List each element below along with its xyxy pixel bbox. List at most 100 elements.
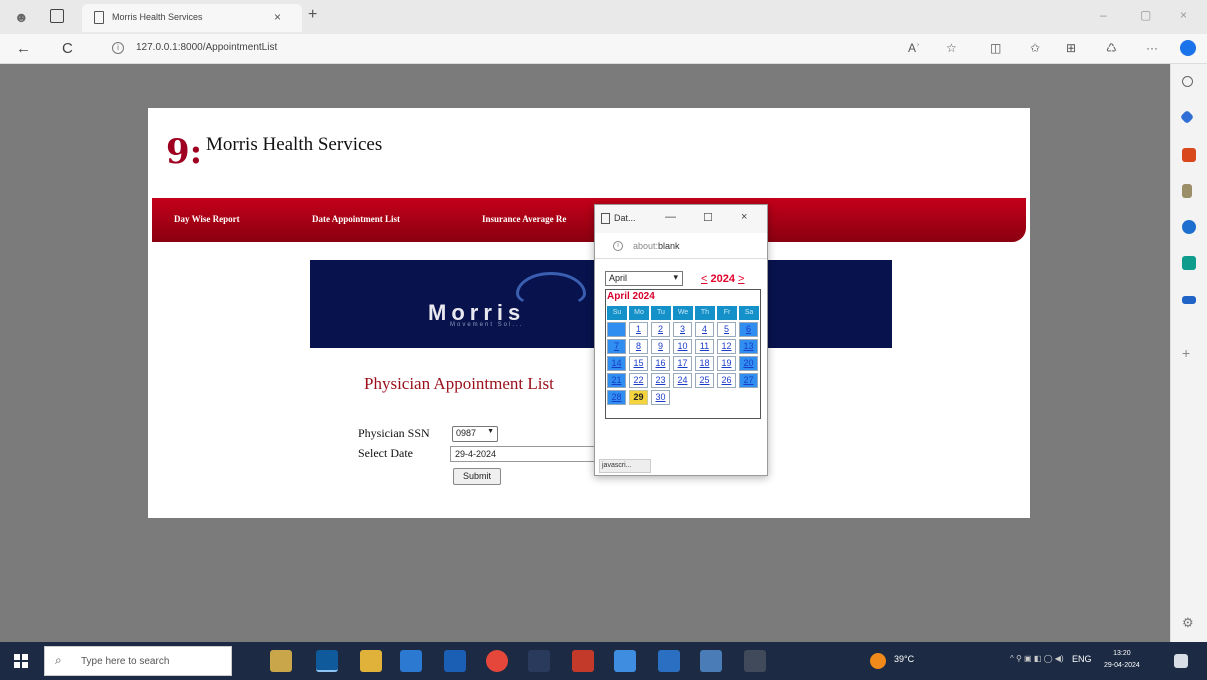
- calendar-day[interactable]: 13: [739, 339, 758, 354]
- calendar-day[interactable]: 15: [629, 356, 648, 371]
- maximize-icon[interactable]: ▢: [1140, 8, 1151, 22]
- prev-year-link[interactable]: <: [701, 273, 707, 285]
- mail-icon[interactable]: [444, 650, 466, 672]
- month-select[interactable]: April ▾: [605, 271, 683, 286]
- calendar-day[interactable]: 28: [607, 390, 626, 405]
- start-button[interactable]: [14, 654, 28, 668]
- popup-maximize-icon[interactable]: ☐: [703, 211, 713, 224]
- calendar-empty-cell: [607, 322, 626, 337]
- app-icon-teal[interactable]: [700, 650, 722, 672]
- add-sidebar-app-icon[interactable]: +: [1182, 346, 1196, 360]
- popup-minimize-icon[interactable]: —: [665, 211, 676, 223]
- tab-actions-icon[interactable]: [50, 9, 64, 23]
- system-clock[interactable]: 13:20 29-04-2024: [1104, 648, 1140, 672]
- app-icon-dark-blue[interactable]: [658, 650, 680, 672]
- new-tab-icon[interactable]: +: [308, 6, 317, 24]
- tab-close-icon[interactable]: ×: [274, 10, 281, 24]
- site-title: Morris Health Services: [206, 134, 383, 155]
- weather-text[interactable]: 39°C: [894, 654, 914, 664]
- language-indicator[interactable]: ENG: [1072, 654, 1092, 664]
- chrome-icon[interactable]: [486, 650, 508, 672]
- favorites-bar-icon[interactable]: ✩: [1030, 41, 1040, 55]
- month-selected-value: April: [609, 273, 628, 283]
- weather-icon[interactable]: [870, 653, 886, 669]
- calendar-day[interactable]: 23: [651, 373, 670, 388]
- split-screen-icon[interactable]: ◫: [990, 41, 1001, 55]
- calendar-day[interactable]: 18: [695, 356, 714, 371]
- calendar-day[interactable]: 12: [717, 339, 736, 354]
- site-info-icon[interactable]: i: [112, 42, 124, 54]
- system-tray-icons[interactable]: ^ ⚲ ▣ ◧ ◯ ◀): [1010, 654, 1064, 663]
- file-explorer-icon[interactable]: [360, 650, 382, 672]
- next-year-link[interactable]: >: [738, 273, 744, 285]
- nav-date-appointment-list[interactable]: Date Appointment List: [312, 214, 400, 224]
- calendar-day[interactable]: 24: [673, 373, 692, 388]
- profile-icon[interactable]: ☻: [14, 9, 30, 25]
- url-field[interactable]: 127.0.0.1:8000/AppointmentList: [136, 42, 277, 53]
- calendar-day[interactable]: 4: [695, 322, 714, 337]
- store-icon[interactable]: [400, 650, 422, 672]
- minimize-icon[interactable]: –: [1100, 8, 1107, 22]
- taskbar-search[interactable]: ⌕ Type here to search: [44, 646, 232, 676]
- nav-day-wise-report[interactable]: Day Wise Report: [174, 214, 240, 224]
- calendar-day[interactable]: 27: [739, 373, 758, 388]
- notification-icon[interactable]: [1174, 654, 1188, 668]
- calendar-day[interactable]: 9: [651, 339, 670, 354]
- office-icon[interactable]: [1182, 220, 1196, 234]
- calendar-day[interactable]: 21: [607, 373, 626, 388]
- popup-url-host: blank: [658, 241, 680, 251]
- year-label: 2024: [710, 273, 735, 285]
- extensions-icon[interactable]: ♺: [1106, 41, 1117, 55]
- calendar-day[interactable]: 29: [629, 390, 648, 405]
- popup-info-icon[interactable]: i: [613, 241, 623, 251]
- search-icon[interactable]: [1182, 76, 1193, 87]
- calendar-day[interactable]: 1: [629, 322, 648, 337]
- calendar-day[interactable]: 11: [695, 339, 714, 354]
- edge-sidebar: + ⚙: [1170, 64, 1207, 642]
- app-icon-red[interactable]: [572, 650, 594, 672]
- read-aloud-icon[interactable]: Aʾ: [908, 41, 920, 55]
- app-icon-blue[interactable]: [614, 650, 636, 672]
- calendar-day[interactable]: 16: [651, 356, 670, 371]
- browser-tab[interactable]: Morris Health Services ×: [82, 4, 302, 32]
- page-favicon-icon: [94, 11, 104, 24]
- calendar-day[interactable]: 5: [717, 322, 736, 337]
- copilot-icon[interactable]: [1180, 40, 1196, 56]
- calendar-day[interactable]: 3: [673, 322, 692, 337]
- settings-gear-icon[interactable]: ⚙: [1182, 616, 1196, 630]
- favorite-icon[interactable]: ☆: [946, 41, 957, 55]
- reload-icon[interactable]: C: [62, 40, 73, 57]
- more-menu-icon[interactable]: ···: [1146, 41, 1158, 55]
- calendar-caption: April 2024: [607, 291, 655, 302]
- shopping-icon[interactable]: [1179, 109, 1195, 125]
- tools-icon[interactable]: [1182, 148, 1196, 162]
- ssn-select[interactable]: 0987 ▼: [452, 426, 498, 442]
- calendar-day[interactable]: 20: [739, 356, 758, 371]
- drop-icon[interactable]: [1182, 296, 1196, 304]
- app-icon-gray[interactable]: [744, 650, 766, 672]
- calendar-day[interactable]: 2: [651, 322, 670, 337]
- calendar-day[interactable]: 14: [607, 356, 626, 371]
- games-icon[interactable]: [1182, 184, 1192, 198]
- close-window-icon[interactable]: ×: [1180, 8, 1187, 22]
- calendar-day[interactable]: 7: [607, 339, 626, 354]
- calendar-day[interactable]: 22: [629, 373, 648, 388]
- popup-close-icon[interactable]: ×: [741, 211, 747, 223]
- calendar-day[interactable]: 19: [717, 356, 736, 371]
- calendar-day[interactable]: 25: [695, 373, 714, 388]
- popup-titlebar: Dat... — ☐ ×: [595, 205, 767, 233]
- nav-insurance-average-report[interactable]: Insurance Average Re: [482, 214, 566, 224]
- calendar-day[interactable]: 8: [629, 339, 648, 354]
- edge-taskbar-icon[interactable]: [316, 650, 338, 672]
- terminal-icon[interactable]: [528, 650, 550, 672]
- calendar-day[interactable]: 10: [673, 339, 692, 354]
- back-icon[interactable]: ←: [16, 40, 31, 57]
- calendar-day[interactable]: 30: [651, 390, 670, 405]
- calendar-day[interactable]: 26: [717, 373, 736, 388]
- widgets-icon[interactable]: [270, 650, 292, 672]
- collections-icon[interactable]: ⊞: [1066, 41, 1076, 55]
- calendar-day[interactable]: 17: [673, 356, 692, 371]
- calendar-day[interactable]: 6: [739, 322, 758, 337]
- submit-button[interactable]: Submit: [453, 468, 501, 485]
- outlook-icon[interactable]: [1182, 256, 1196, 270]
